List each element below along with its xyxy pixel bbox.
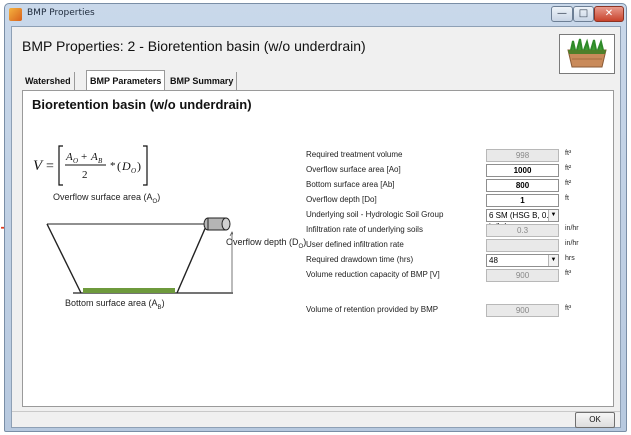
required-treatment-volume-field: 998 xyxy=(486,149,559,162)
user-infiltration-rate-input xyxy=(486,239,559,252)
bottom-vegetation-fill xyxy=(83,288,175,293)
minimize-button[interactable]: — xyxy=(551,6,573,22)
bottom-surface-area-input[interactable]: 800 xyxy=(486,179,559,192)
svg-text:*: * xyxy=(110,160,116,172)
overflow-depth-input[interactable]: 1 xyxy=(486,194,559,207)
soil-group-select[interactable]: 6 SM (HSG B, 0.3 in/hr) ▼ xyxy=(486,209,559,231)
chevron-down-icon[interactable]: ▼ xyxy=(548,255,558,266)
app-icon xyxy=(9,8,22,21)
window-title: BMP Properties xyxy=(27,8,95,18)
svg-text:B: B xyxy=(98,157,103,165)
svg-text:O: O xyxy=(73,157,78,165)
bottom-surface-area-label: Bottom surface area (AB) xyxy=(65,298,165,311)
tab-bmp-summary[interactable]: BMP Summary xyxy=(167,72,238,90)
dialog-title: BMP Properties: 2 - Bioretention basin (… xyxy=(22,38,366,54)
volume-formula: V = A O + A B 2 * ( D O ) xyxy=(33,143,183,194)
bmp-properties-window: BMP Properties — □ ✕ BMP Properties: 2 -… xyxy=(4,3,627,432)
footer-divider xyxy=(12,411,620,412)
ok-button[interactable]: OK xyxy=(575,412,615,428)
title-bar[interactable]: BMP Properties — □ ✕ xyxy=(5,4,626,26)
svg-text:O: O xyxy=(131,167,136,175)
svg-text:=: = xyxy=(46,159,54,174)
svg-text:A: A xyxy=(90,151,98,163)
svg-text:D: D xyxy=(121,159,131,173)
svg-text:2: 2 xyxy=(82,169,88,181)
close-button[interactable]: ✕ xyxy=(594,6,624,22)
svg-text:): ) xyxy=(137,159,141,173)
infiltration-rate-field: 0.3 xyxy=(486,224,559,237)
svg-text:+: + xyxy=(81,151,87,163)
maximize-button[interactable]: □ xyxy=(573,6,594,22)
chevron-down-icon[interactable]: ▼ xyxy=(548,210,558,221)
bmp-parameters-panel: Bioretention basin (w/o underdrain) V = … xyxy=(22,90,614,407)
overflow-depth-label: Overflow depth (DO) xyxy=(226,237,307,250)
tab-bmp-parameters[interactable]: BMP Parameters xyxy=(86,70,166,91)
retention-volume-field: 900 xyxy=(486,304,559,317)
svg-text:A: A xyxy=(65,151,73,163)
bioretention-basin-diagram xyxy=(46,217,233,294)
overflow-surface-area-input[interactable]: 1000 xyxy=(486,164,559,177)
dialog-client-area: BMP Properties: 2 - Bioretention basin (… xyxy=(11,26,621,428)
volume-reduction-field: 900 xyxy=(486,269,559,282)
tab-watershed[interactable]: Watershed xyxy=(22,72,75,90)
panel-title: Bioretention basin (w/o underdrain) xyxy=(32,97,252,112)
svg-text:V: V xyxy=(33,158,44,174)
drawdown-time-select[interactable]: 48 ▼ xyxy=(486,254,559,267)
svg-text:(: ( xyxy=(117,159,121,173)
bmp-thumbnail-image xyxy=(559,34,615,74)
